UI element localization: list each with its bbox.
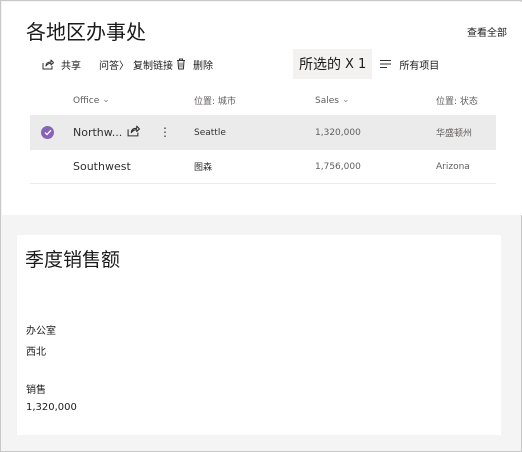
trash-icon — [176, 58, 186, 70]
list-webpart: 各地区办事处 查看全部 共享 问答〉 复制链接 删除 所选的 X 1 所有项目 … — [2, 2, 522, 215]
qa-button[interactable]: 问答〉 — [99, 49, 129, 79]
grid-header: Office ⌄ 位置: 城市 Sales ⌄ 位置: 状态 — [30, 86, 496, 116]
column-header-sales[interactable]: Sales ⌄ — [315, 86, 350, 115]
cell-state: 华盛顿州 — [436, 129, 473, 139]
cell-state: Arizona — [436, 161, 470, 172]
table-row[interactable]: Northw... ⋮ Seattle 1,320,000 华盛顿州 — [30, 116, 496, 150]
view-switcher[interactable]: 所有项目 — [380, 49, 439, 79]
sales-field-label: 销售 — [26, 385, 46, 396]
share-button-label: 共享 — [61, 60, 81, 72]
list-webpart-title: 各地区办事处 — [26, 20, 146, 44]
checkmark-icon[interactable] — [41, 126, 54, 139]
selected-label: 所选的 — [299, 57, 341, 73]
chevron-down-icon: ⌄ — [341, 94, 350, 105]
column-header-state-label: 位置: 状态 — [436, 97, 478, 107]
office-field-value: 西北 — [26, 347, 46, 358]
column-header-office-label: Office — [73, 95, 100, 106]
see-all-link[interactable]: 查看全部 — [467, 24, 507, 39]
list-grid: Office ⌄ 位置: 城市 Sales ⌄ 位置: 状态 Northw...… — [30, 86, 496, 184]
table-row[interactable]: Southwest 图森 1,756,000 Arizona — [30, 150, 496, 184]
qa-button-label: 问答〉 — [99, 60, 129, 72]
chevron-down-icon: ⌄ — [102, 94, 110, 105]
column-header-city[interactable]: 位置: 城市 — [194, 86, 236, 115]
command-bar: 共享 问答〉 复制链接 删除 所选的 X 1 所有项目 — [30, 49, 496, 79]
column-header-office[interactable]: Office ⌄ — [73, 86, 110, 115]
share-icon[interactable] — [127, 125, 140, 140]
office-field-label: 办公室 — [26, 326, 56, 337]
detail-webpart: 季度销售额 办公室 西北 销售 1,320,000 — [17, 235, 501, 435]
column-header-sales-label: Sales — [315, 95, 339, 106]
delete-button-label: 删除 — [193, 60, 213, 72]
cell-city: 图森 — [194, 163, 213, 173]
more-icon[interactable]: ⋮ — [159, 125, 171, 139]
copy-link-label: 复制链接 — [133, 60, 173, 72]
share-button[interactable]: 共享 — [30, 49, 81, 79]
cell-office[interactable]: Southwest — [73, 150, 131, 183]
view-list-icon — [380, 59, 392, 69]
sales-field-value: 1,320,000 — [26, 402, 77, 413]
copy-link-button[interactable]: 复制链接 — [133, 49, 173, 79]
detail-webpart-title: 季度销售额 — [25, 249, 121, 271]
share-icon — [42, 59, 54, 70]
delete-button[interactable]: 删除 — [176, 49, 213, 79]
selected-count: X 1 — [345, 56, 367, 72]
page-frame: 各地区办事处 查看全部 共享 问答〉 复制链接 删除 所选的 X 1 所有项目 … — [0, 0, 522, 452]
column-header-state[interactable]: 位置: 状态 — [436, 86, 478, 115]
column-header-city-label: 位置: 城市 — [194, 97, 236, 107]
cell-city: Seattle — [194, 127, 226, 138]
cell-sales: 1,320,000 — [315, 127, 361, 138]
view-switcher-label: 所有项目 — [399, 60, 440, 72]
selection-indicator[interactable]: 所选的 X 1 — [293, 49, 373, 79]
cell-sales: 1,756,000 — [315, 161, 361, 172]
cell-office[interactable]: Northw... — [73, 116, 122, 149]
